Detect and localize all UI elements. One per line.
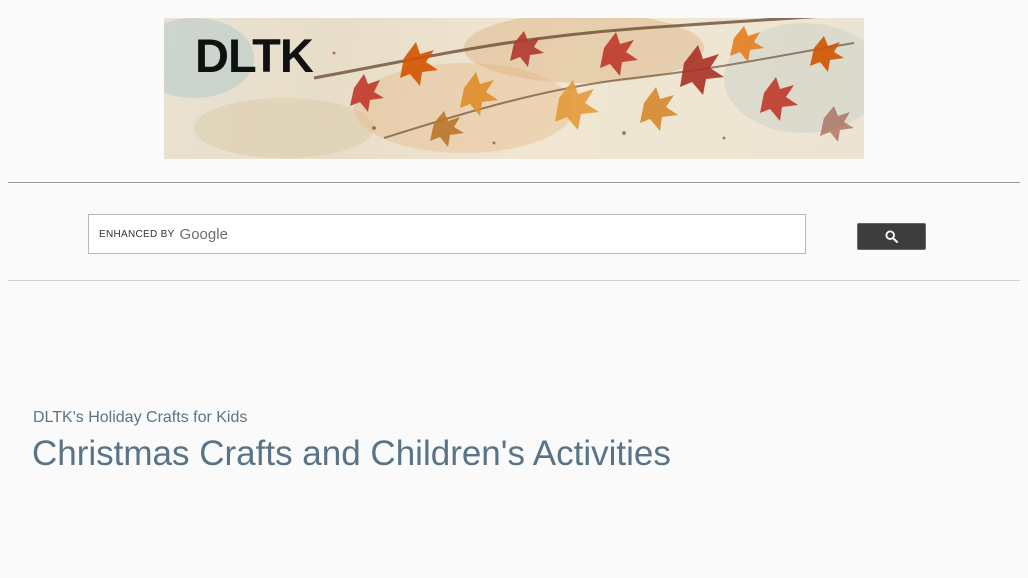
search-icon <box>885 230 898 243</box>
breadcrumb-subtitle[interactable]: DLTK's Holiday Crafts for Kids <box>33 409 247 427</box>
search-button[interactable] <box>857 223 926 250</box>
search-box[interactable]: ENHANCED BY Google <box>88 214 806 254</box>
divider-top <box>8 182 1020 183</box>
dltk-logo[interactable]: DLTK <box>195 32 314 79</box>
search-input[interactable] <box>89 215 805 253</box>
page: DLTK ENHANCED BY Google DLTK's Holiday C… <box>0 0 1028 578</box>
site-banner[interactable]: DLTK <box>164 18 864 159</box>
divider-bottom <box>8 280 1020 281</box>
page-title: Christmas Crafts and Children's Activiti… <box>32 434 671 473</box>
